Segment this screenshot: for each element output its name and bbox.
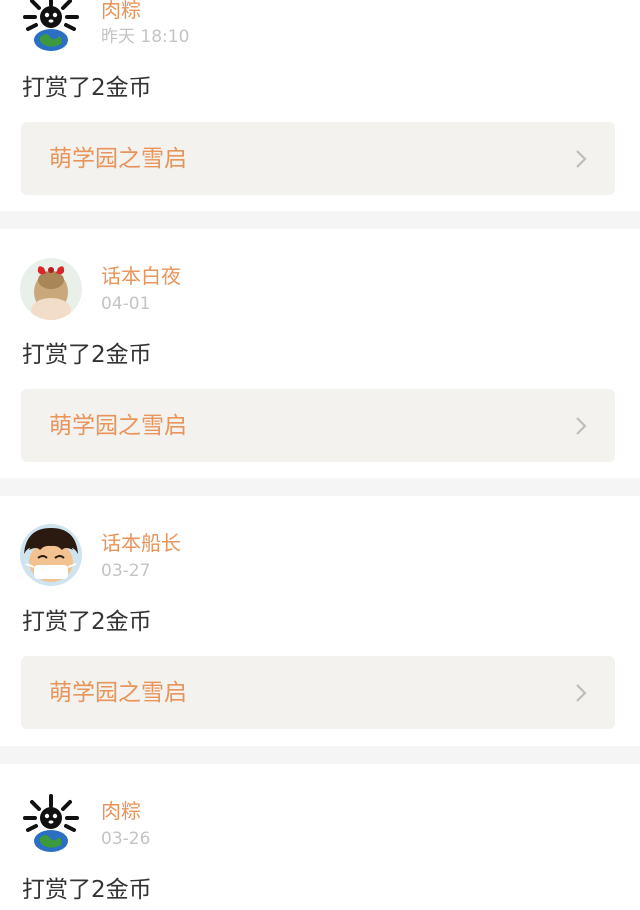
- separator: [0, 211, 640, 229]
- timestamp: 03-26: [101, 829, 151, 849]
- avatar[interactable]: [20, 0, 82, 53]
- reward-text: 打赏了2金币: [22, 877, 152, 903]
- chevron-right-icon: [576, 684, 587, 702]
- linked-work-title: 萌学园之雪启: [49, 413, 187, 439]
- feed-entry: 肉粽 03-26 打赏了2金币: [0, 764, 640, 910]
- reward-text: 打赏了2金币: [22, 609, 152, 635]
- username[interactable]: 肉粽: [101, 799, 141, 823]
- linked-work-title: 萌学园之雪启: [49, 680, 187, 706]
- chevron-right-icon: [576, 150, 587, 168]
- linked-work-card[interactable]: 萌学园之雪启: [21, 389, 615, 462]
- username[interactable]: 话本白夜: [101, 264, 181, 288]
- separator: [0, 478, 640, 496]
- feed-entry: 话本船长 03-27 打赏了2金币 萌学园之雪启: [0, 496, 640, 746]
- username[interactable]: 肉粽: [101, 0, 141, 22]
- linked-work-card[interactable]: 萌学园之雪启: [21, 656, 615, 729]
- separator: [0, 746, 640, 764]
- globe-cartoon-icon: [20, 0, 82, 53]
- username[interactable]: 话本船长: [101, 531, 181, 555]
- feed-entry: 肉粽 昨天 18:10 打赏了2金币 萌学园之雪启: [0, 0, 640, 211]
- chevron-right-icon: [576, 417, 587, 435]
- avatar[interactable]: [20, 792, 82, 854]
- avatar[interactable]: [20, 258, 82, 320]
- feed-entry: 话本白夜 04-01 打赏了2金币 萌学园之雪启: [0, 229, 640, 478]
- timestamp: 昨天 18:10: [101, 27, 190, 47]
- reward-text: 打赏了2金币: [22, 342, 152, 368]
- timestamp: 04-01: [101, 294, 151, 314]
- linked-work-title: 萌学园之雪启: [49, 146, 187, 172]
- reward-feed: 肉粽 昨天 18:10 打赏了2金币 萌学园之雪启 话本白夜 04-01 打赏了: [0, 0, 640, 910]
- reward-text: 打赏了2金币: [22, 75, 152, 101]
- linked-work-card[interactable]: 萌学园之雪启: [21, 122, 615, 195]
- timestamp: 03-27: [101, 561, 151, 581]
- avatar[interactable]: [20, 524, 82, 586]
- girl-red-bow-icon: [20, 258, 82, 320]
- straw-hat-boy-icon: [20, 524, 82, 586]
- globe-cartoon-icon: [20, 792, 82, 854]
